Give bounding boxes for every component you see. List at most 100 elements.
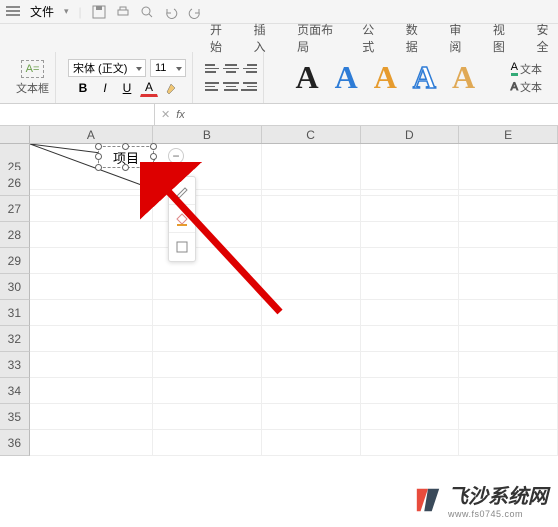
cell[interactable] (459, 378, 558, 404)
cell[interactable] (361, 430, 460, 456)
menu-icon[interactable] (6, 5, 20, 19)
cell[interactable] (30, 274, 153, 300)
resize-handle-tm[interactable] (122, 143, 129, 150)
resize-handle-ml[interactable] (95, 153, 102, 160)
tab-view[interactable]: 视图 (493, 21, 515, 55)
cell[interactable] (153, 300, 262, 326)
font-color-button[interactable]: A (140, 79, 158, 97)
tab-formula[interactable]: 公式 (362, 21, 384, 55)
cell[interactable] (153, 274, 262, 300)
cell[interactable] (30, 326, 153, 352)
row-header[interactable]: 27 (0, 196, 30, 222)
cell[interactable] (361, 300, 460, 326)
cell[interactable] (361, 274, 460, 300)
print-icon[interactable] (116, 5, 130, 19)
collapse-button[interactable]: − (168, 148, 184, 164)
cell[interactable] (30, 352, 153, 378)
font-name-combo[interactable]: 宋体 (正文) (68, 59, 146, 77)
row-header[interactable]: 28 (0, 222, 30, 248)
cell[interactable] (262, 326, 361, 352)
undo-icon[interactable] (164, 5, 178, 19)
cell[interactable] (459, 430, 558, 456)
row-header[interactable]: 29 (0, 248, 30, 274)
redo-icon[interactable] (188, 5, 202, 19)
cell[interactable] (361, 404, 460, 430)
col-header-A[interactable]: A (30, 126, 153, 143)
preview-icon[interactable] (140, 5, 154, 19)
col-header-E[interactable]: E (459, 126, 558, 143)
cell[interactable] (262, 430, 361, 456)
align-top-right[interactable] (241, 61, 257, 77)
row-header[interactable]: 36 (0, 430, 30, 456)
cell[interactable] (361, 170, 460, 196)
align-top-center[interactable] (223, 61, 239, 77)
style-a-5[interactable]: A (446, 59, 481, 96)
outline-button[interactable] (169, 233, 195, 261)
style-a-1[interactable]: A (290, 59, 325, 96)
resize-handle-bl[interactable] (95, 164, 102, 171)
cell[interactable] (153, 430, 262, 456)
cell[interactable] (262, 170, 361, 196)
tab-review[interactable]: 审阅 (449, 21, 471, 55)
cell[interactable] (459, 222, 558, 248)
cell[interactable] (361, 196, 460, 222)
align-bottom-right[interactable] (241, 79, 257, 95)
tab-security[interactable]: 安全 (536, 21, 558, 55)
row-header[interactable]: 33 (0, 352, 30, 378)
fx-label[interactable]: fx (176, 109, 185, 121)
tab-home[interactable]: 开始 (210, 21, 232, 55)
cell[interactable] (153, 352, 262, 378)
row-header[interactable]: 26 (0, 170, 30, 196)
cell[interactable] (30, 248, 153, 274)
row-header[interactable]: 35 (0, 404, 30, 430)
dropdown-icon[interactable]: ▾ (64, 6, 69, 17)
col-header-D[interactable]: D (361, 126, 460, 143)
resize-handle-tl[interactable] (95, 143, 102, 150)
cell[interactable] (459, 170, 558, 196)
resize-handle-br[interactable] (150, 164, 157, 171)
row-header[interactable]: 34 (0, 378, 30, 404)
cell[interactable] (30, 300, 153, 326)
cell[interactable] (30, 196, 153, 222)
cell[interactable] (459, 326, 558, 352)
style-a-2[interactable]: A (329, 59, 364, 96)
cell[interactable] (262, 378, 361, 404)
tab-data[interactable]: 数据 (406, 21, 428, 55)
cell[interactable] (30, 404, 153, 430)
fx-cancel-icon[interactable]: ✕ (161, 108, 170, 121)
underline-button[interactable]: U (118, 79, 136, 97)
cell[interactable] (459, 404, 558, 430)
cell[interactable] (459, 274, 558, 300)
select-all-corner[interactable] (0, 126, 30, 143)
cell[interactable] (361, 326, 460, 352)
row-header[interactable]: 31 (0, 300, 30, 326)
highlight-button[interactable] (162, 79, 180, 97)
col-header-B[interactable]: B (153, 126, 262, 143)
text-styles-gallery[interactable]: A A A A A (290, 59, 482, 96)
row-header[interactable]: 32 (0, 326, 30, 352)
cell[interactable] (30, 430, 153, 456)
text-outline-icon[interactable]: A (511, 81, 518, 93)
cell[interactable] (262, 274, 361, 300)
cell[interactable] (459, 196, 558, 222)
cell[interactable] (262, 248, 361, 274)
cell[interactable] (262, 222, 361, 248)
cell[interactable] (30, 378, 153, 404)
cell[interactable] (459, 300, 558, 326)
bold-button[interactable]: B (74, 79, 92, 97)
cell[interactable] (153, 378, 262, 404)
cell[interactable] (459, 352, 558, 378)
text-fill-icon[interactable]: A (511, 61, 518, 76)
name-box[interactable] (0, 104, 155, 125)
text-box-object[interactable]: 项目 (98, 146, 154, 168)
cell[interactable] (361, 378, 460, 404)
cell[interactable] (153, 326, 262, 352)
cell[interactable] (262, 196, 361, 222)
row-header[interactable]: 30 (0, 274, 30, 300)
cell[interactable] (153, 404, 262, 430)
fill-color-button[interactable] (169, 205, 195, 233)
align-bottom-center[interactable] (223, 79, 239, 95)
edit-shape-button[interactable] (169, 177, 195, 205)
cell[interactable] (361, 248, 460, 274)
italic-button[interactable]: I (96, 79, 114, 97)
